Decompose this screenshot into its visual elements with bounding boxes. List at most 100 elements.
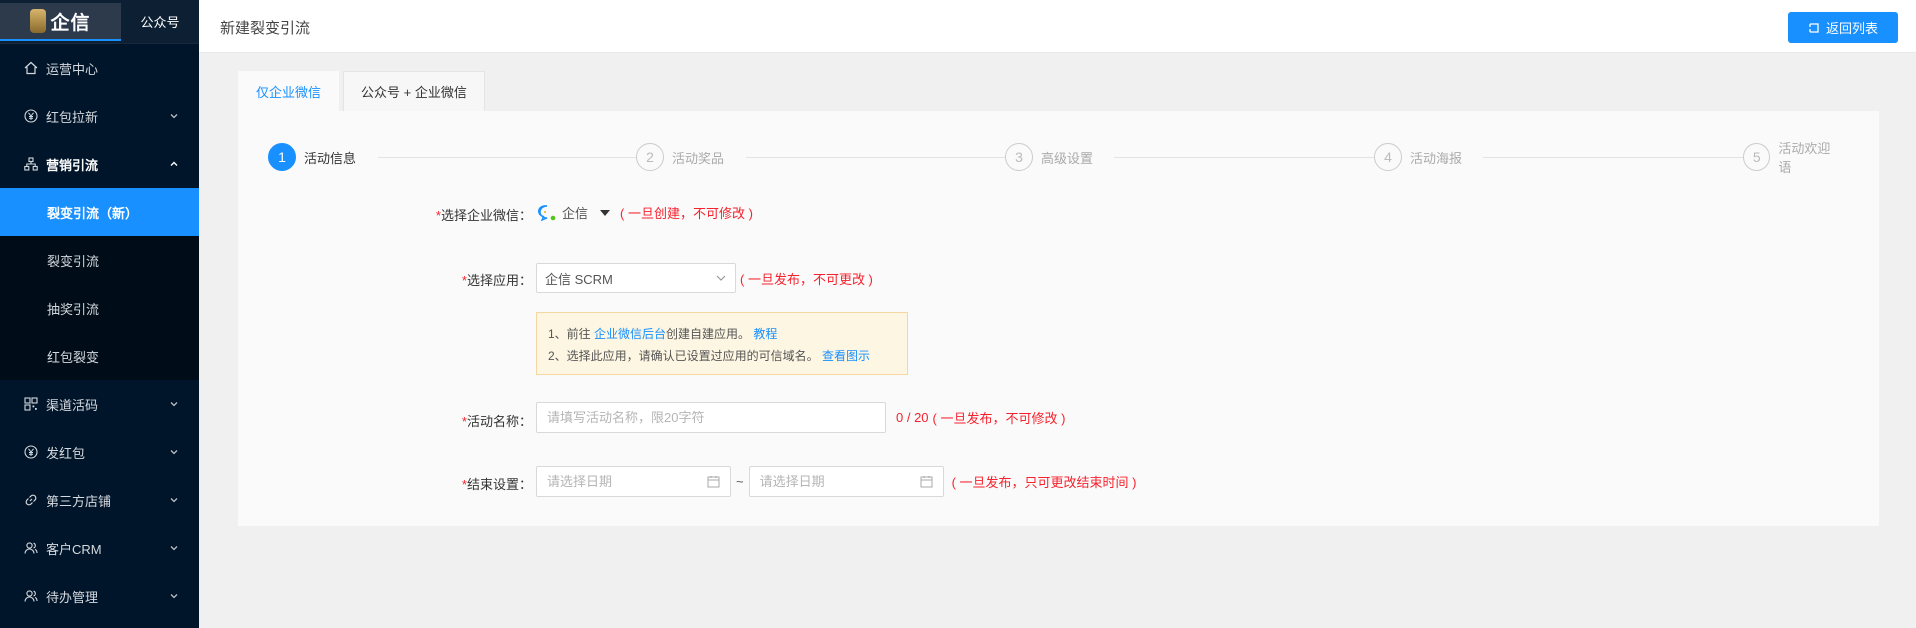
step-label: 活动奖品 — [672, 147, 733, 167]
sidebar-item-channel-qrcode[interactable]: 渠道活码 — [0, 380, 199, 428]
chevron-down-icon — [170, 498, 178, 503]
step-label: 活动欢迎语 — [1778, 138, 1850, 176]
chevron-down-icon — [170, 450, 178, 455]
sidebar-item-todo[interactable]: 待办管理 — [0, 572, 199, 620]
return-icon — [1809, 22, 1819, 33]
corp-wechat-row: 企信 ( 一旦创建，不可修改 ) — [538, 203, 753, 222]
sidebar-item-label: 渠道活码 — [46, 397, 99, 413]
tutorial-link[interactable]: 教程 — [753, 327, 777, 341]
sidebar-item-label: 红包拉新 — [46, 109, 99, 125]
home-icon — [24, 61, 38, 75]
sidebar-item-label: 发红包 — [46, 445, 86, 461]
sidebar-menu-lower: 渠道活码 发红包 第三方店铺 客户CRM 待办管理 — [0, 380, 199, 620]
sidebar-item-marketing[interactable]: 营销引流 — [0, 140, 199, 188]
sidebar-item-fission[interactable]: 裂变引流 — [0, 236, 199, 284]
tab-wecom-only[interactable]: 仅企业微信 — [238, 71, 340, 111]
start-date-picker[interactable] — [536, 466, 731, 497]
sidebar-item-label: 运营中心 — [46, 61, 99, 77]
back-button-label: 返回列表 — [1825, 21, 1878, 36]
step-label: 高级设置 — [1041, 147, 1102, 167]
notice-line-1: 1、前往 企业微信后台创建自建应用。 教程 — [548, 323, 907, 345]
end-date-picker[interactable] — [748, 466, 944, 497]
step-welcome-message[interactable]: 5 活动欢迎语 — [1743, 138, 1850, 176]
corp-wechat-select[interactable]: 企信 — [538, 203, 620, 222]
logo-mark-icon — [30, 9, 47, 33]
sidebar-item-send-redpacket[interactable]: 发红包 — [0, 428, 199, 476]
corp-wechat-value: 企信 — [562, 206, 589, 221]
sidebar-submenu-marketing: 裂变引流（新） 裂变引流 抽奖引流 红包裂变 — [0, 188, 199, 380]
sidebar-item-label: 营销引流 — [46, 157, 99, 173]
notice-text: 1、前往 — [548, 327, 591, 341]
sidebar-item-operation-center[interactable]: 运营中心 — [0, 44, 199, 92]
label-text: 选择应用： — [466, 273, 532, 288]
step-activity-info[interactable]: 1 活动信息 — [268, 143, 365, 171]
activity-name-hint: ( 一旦发布，不可修改 ) — [932, 411, 1066, 426]
end-setting-label: *结束设置： — [380, 474, 532, 493]
users-icon — [24, 541, 38, 555]
sidebar-item-redpacket-fission[interactable]: 红包裂变 — [0, 332, 199, 380]
view-diagram-link[interactable]: 查看图示 — [822, 349, 870, 363]
tab-official-plus-wecom[interactable]: 公众号 + 企业微信 — [343, 71, 485, 111]
step-connector — [746, 157, 1006, 158]
caret-down-icon — [600, 209, 611, 216]
sidebar-header: 企信 公众号 — [0, 0, 199, 44]
link-icon — [24, 493, 38, 507]
step-number: 1 — [268, 143, 296, 171]
end-date-input[interactable] — [759, 474, 900, 489]
step-connector — [378, 157, 638, 158]
wecom-admin-link[interactable]: 企业微信后台 — [594, 327, 666, 341]
mode-tabs: 仅企业微信 公众号 + 企业微信 — [238, 71, 489, 111]
step-activity-prize[interactable]: 2 活动奖品 — [636, 143, 733, 171]
activity-name-label: *活动名称： — [380, 411, 532, 430]
qrcode-icon — [24, 397, 38, 411]
app-select-value: 企信 SCRM — [545, 271, 613, 287]
chevron-down-icon — [170, 594, 178, 599]
app-select[interactable]: 企信 SCRM — [536, 263, 736, 293]
calendar-icon — [920, 476, 933, 488]
step-label: 活动信息 — [304, 147, 365, 167]
step-advanced-settings[interactable]: 3 高级设置 — [1005, 143, 1102, 171]
activity-name-row: 0 / 20 ( 一旦发布，不可修改 ) — [536, 402, 1065, 433]
logo[interactable]: 企信 — [0, 3, 121, 41]
step-number: 2 — [636, 143, 664, 171]
app-label: *选择应用： — [380, 270, 532, 289]
label-text: 选择企业微信： — [440, 208, 532, 223]
label-text: 结束设置： — [466, 477, 532, 492]
account-tab-official[interactable]: 公众号 — [121, 0, 199, 43]
end-setting-row: ~ ( 一旦发布，只可更改结束时间 ) — [536, 466, 1136, 497]
sidebar-item-lottery[interactable]: 抽奖引流 — [0, 284, 199, 332]
page-title: 新建裂变引流 — [220, 20, 311, 37]
app-hint: ( 一旦发布，不可更改 ) — [740, 271, 873, 287]
chevron-up-icon — [170, 161, 178, 166]
activity-name-counter: 0 / 20 — [896, 410, 929, 425]
yen-circle-icon — [24, 445, 38, 459]
activity-name-input[interactable] — [536, 402, 886, 433]
sitemap-icon — [24, 157, 38, 171]
yen-circle-icon — [24, 109, 38, 123]
sidebar-item-crm[interactable]: 客户CRM — [0, 524, 199, 572]
chat-bubble-icon — [538, 204, 556, 221]
end-setting-hint: ( 一旦发布，只可更改结束时间 ) — [951, 475, 1137, 490]
chevron-down-icon — [170, 402, 178, 407]
sidebar-menu: 运营中心 红包拉新 营销引流 — [0, 44, 199, 188]
sidebar: 企信 公众号 运营中心 红包拉新 营销引流 裂变引流（新） 裂变引流 抽奖引流 … — [0, 0, 199, 628]
sidebar-item-label: 客户CRM — [46, 541, 102, 557]
corp-wechat-label: *选择企业微信： — [380, 205, 532, 224]
step-number: 4 — [1374, 143, 1402, 171]
sidebar-item-fission-new[interactable]: 裂变引流（新） — [0, 188, 199, 236]
step-label: 活动海报 — [1410, 147, 1471, 167]
page-header: 新建裂变引流 返回列表 — [199, 0, 1916, 53]
users-icon — [24, 589, 38, 603]
step-number: 3 — [1005, 143, 1033, 171]
sidebar-item-third-party-store[interactable]: 第三方店铺 — [0, 476, 199, 524]
sidebar-item-label: 第三方店铺 — [46, 493, 112, 509]
back-to-list-button[interactable]: 返回列表 — [1788, 12, 1898, 43]
app-notice: 1、前往 企业微信后台创建自建应用。 教程 2、选择此应用，请确认已设置过应用的… — [536, 312, 908, 375]
step-connector — [1114, 157, 1374, 158]
chevron-down-icon — [170, 114, 178, 119]
sidebar-item-redpacket-acquire[interactable]: 红包拉新 — [0, 92, 199, 140]
step-activity-poster[interactable]: 4 活动海报 — [1374, 143, 1471, 171]
start-date-input[interactable] — [547, 474, 687, 489]
notice-text: 2、选择此应用，请确认已设置过应用的可信域名。 — [548, 349, 819, 363]
logo-text: 企信 — [50, 12, 91, 34]
